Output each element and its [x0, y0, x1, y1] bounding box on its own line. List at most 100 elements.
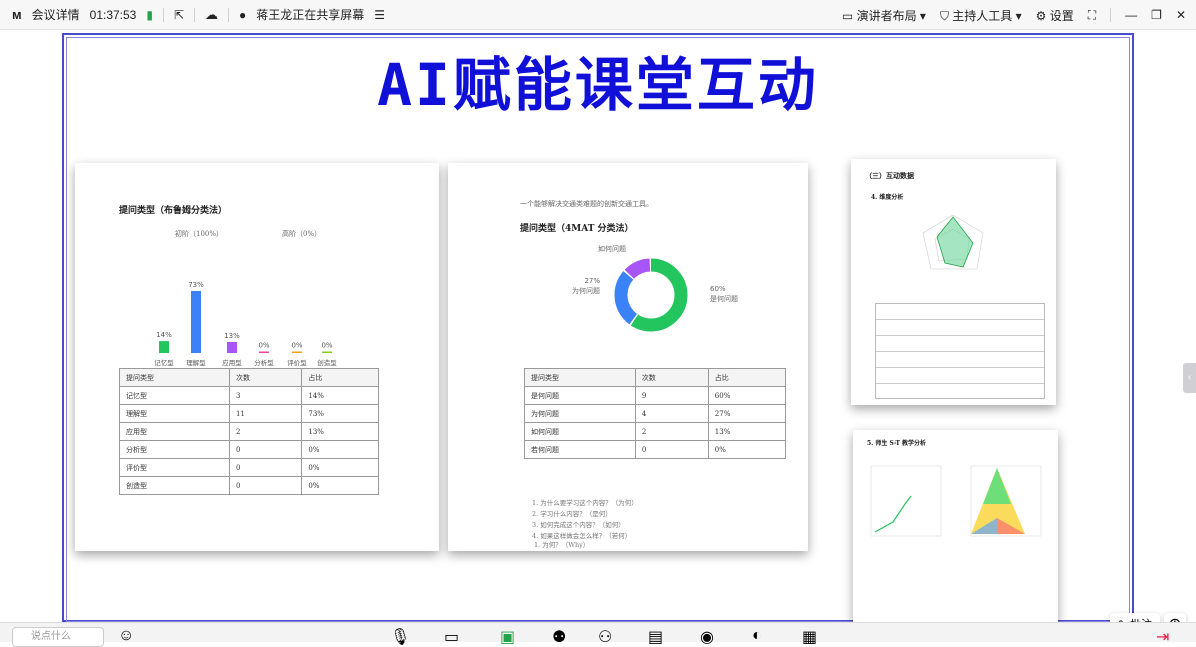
leave-meeting-icon[interactable]: ⇥: [1156, 627, 1172, 646]
layout-icon: ▭: [841, 8, 857, 23]
sharing-status: 蒋王龙正在共享屏幕: [256, 8, 365, 22]
participants-icon[interactable]: ⚇: [598, 627, 614, 646]
note-line: 2. 学习什么内容？（是何）: [532, 510, 612, 518]
bar-value-label: 73%: [188, 281, 204, 289]
4mat-table: 提问类型 次数 占比 是何问题 9 60% 为何问题 4 27% 如何问题 2 13% 若何问题 0 0%: [524, 368, 787, 459]
bar: [292, 351, 302, 353]
table-row: 若何问题 0 0%: [524, 440, 787, 459]
table-header-row: 提问类型 次数 占比: [524, 368, 787, 387]
table-row: 创造型 0 0%: [119, 476, 379, 495]
bar-category-label: 应用型: [222, 358, 242, 367]
table-cell: 13%: [301, 422, 379, 441]
popout-icon[interactable]: ⇱: [174, 8, 184, 22]
table-cell: 是何问题: [524, 386, 636, 405]
meeting-toolbar: 说点什么 ☺ 🎙 ▭ ▣ ⚉ ⚇ ▤ ◉ ◐ ▦ ⇥: [0, 622, 1196, 647]
settings-label: 设置: [1049, 8, 1074, 23]
divider: [228, 7, 230, 22]
bar: [227, 341, 237, 353]
slice-name-label: 是何问题: [710, 294, 738, 303]
table-row: 分析型 0 0%: [119, 440, 379, 459]
slice-name-label: 如何问题: [598, 244, 626, 253]
apps-icon[interactable]: ▦: [802, 627, 818, 646]
record-icon[interactable]: ◉: [700, 627, 716, 646]
table-cell: 3: [228, 386, 303, 405]
reaction-icon[interactable]: ☺: [118, 627, 134, 644]
host-tools-button[interactable]: ⛉ 主持人工具 ▾: [940, 7, 1022, 24]
slide-title: AI赋能课堂互动: [377, 51, 819, 119]
page2-bottom-line: 1. 为何？（Why）: [534, 541, 590, 549]
layout-button[interactable]: ▭ 演讲者布局 ▾: [842, 7, 926, 24]
restore-icon[interactable]: ❐: [1151, 8, 1162, 22]
table-cell: 27%: [707, 404, 787, 423]
bar-category-label: 分析型: [254, 358, 274, 367]
side-panel-toggle[interactable]: ‹: [1183, 363, 1196, 393]
table-cell: 0%: [301, 440, 379, 459]
minimize-icon[interactable]: —: [1125, 8, 1137, 22]
host-tools-label: 主持人工具: [952, 8, 1013, 23]
bar: [191, 290, 201, 353]
bar-value-label: 0%: [258, 342, 269, 350]
bar-category-label: 理解型: [186, 358, 206, 367]
cloud-record-icon[interactable]: ☁: [205, 7, 218, 23]
chat-icon[interactable]: ▤: [648, 627, 664, 646]
table-cell: 分析型: [119, 440, 230, 459]
bar-category-label: 评价型: [287, 358, 307, 367]
page1-paragraph: [105, 503, 405, 514]
shield-icon: ⛉: [939, 8, 953, 23]
close-icon[interactable]: ✕: [1176, 8, 1186, 22]
table-row: 评价型 0 0%: [119, 458, 379, 477]
presenter-avatar-icon: ●: [239, 7, 247, 22]
meeting-details-link[interactable]: 会议详情: [32, 6, 80, 23]
table-cell: 0: [228, 440, 303, 459]
table-header-cell: 提问类型: [119, 368, 230, 387]
bar: [259, 351, 269, 353]
bar-value-label: 13%: [224, 332, 240, 340]
table-cell: 记忆型: [119, 386, 230, 405]
table-header-cell: 占比: [301, 368, 379, 387]
table-header-cell: 次数: [634, 368, 709, 387]
page2-top-line: 一个能够解决交通类难题的创新交通工具。: [520, 200, 653, 208]
table-cell: 应用型: [119, 422, 230, 441]
table-cell: 评价型: [119, 458, 230, 477]
table-cell: 0: [228, 458, 303, 477]
settings-button[interactable]: ⚙ 设置: [1036, 7, 1074, 24]
table-cell: 创造型: [119, 476, 230, 495]
table-row: 是何问题 9 60%: [524, 386, 787, 405]
document-page-4: 5. 师生 S-T 教学分析: [853, 430, 1058, 622]
table-cell: 73%: [301, 404, 379, 423]
bloom-table: 提问类型 次数 占比 记忆型 3 14% 理解型 11 73% 应用型 2 13% 分析型 0 0% 评价型 0…: [119, 368, 379, 495]
table-row: 为何问题 4 27%: [524, 404, 787, 423]
app-logo-icon: ᴍ: [12, 7, 22, 22]
table-cell: 11: [228, 404, 303, 423]
page1-heading: 提问类型（布鲁姆分类法）: [119, 206, 228, 216]
table-cell: 为何问题: [524, 404, 636, 423]
page4-heading: 5. 师生 S-T 教学分析: [867, 440, 927, 447]
divider: [194, 7, 196, 22]
bloom-bar-chart: 14% 记忆型 73% 理解型 13% 应用型 0% 分析型 0% 评价型 0% 创造型: [154, 281, 337, 367]
share-screen-icon[interactable]: ▣: [500, 627, 516, 646]
page4-paragraph: [867, 554, 1047, 565]
signal-icon: ▮: [146, 7, 153, 22]
gear-icon: ⚙: [1035, 8, 1050, 23]
invite-icon[interactable]: ⚉: [552, 627, 568, 646]
table-row: 理解型 11 73%: [119, 404, 379, 423]
note-line: 3. 如何完成这个内容？（如何）: [532, 521, 625, 529]
divider: [1110, 8, 1112, 22]
page2-heading: 提问类型（4MAT 分类法）: [520, 224, 634, 234]
table-row: 记忆型 3 14%: [119, 386, 379, 405]
video-off-icon[interactable]: ▭: [444, 627, 460, 646]
mute-mic-icon[interactable]: 🎙: [390, 627, 410, 646]
table-cell: 0: [228, 476, 303, 495]
table-header-cell: 占比: [707, 368, 787, 387]
sharing-menu-icon[interactable]: ☰: [374, 8, 385, 22]
document-page-1: 提问类型（布鲁姆分类法） 初阶（100%） 高阶（0%） 14% 记忆型 73% 理解…: [75, 163, 439, 551]
page3-heading: （三）互动数据: [865, 171, 914, 180]
document-page-2: 一个能够解决交通类难题的创新交通工具。 提问类型（4MAT 分类法） 60% 是何…: [448, 163, 808, 551]
table-cell: 0%: [707, 440, 787, 459]
st-line-chart-icon: [870, 465, 1042, 537]
ai-assistant-icon[interactable]: ◐: [752, 627, 768, 644]
chat-input[interactable]: 说点什么: [12, 627, 104, 647]
fullscreen-icon[interactable]: ⛶: [1088, 8, 1096, 23]
shared-screen: AI赋能课堂互动 提问类型（布鲁姆分类法） 初阶（100%） 高阶（0%） 14…: [0, 30, 1196, 635]
table-cell: 0%: [301, 458, 379, 477]
